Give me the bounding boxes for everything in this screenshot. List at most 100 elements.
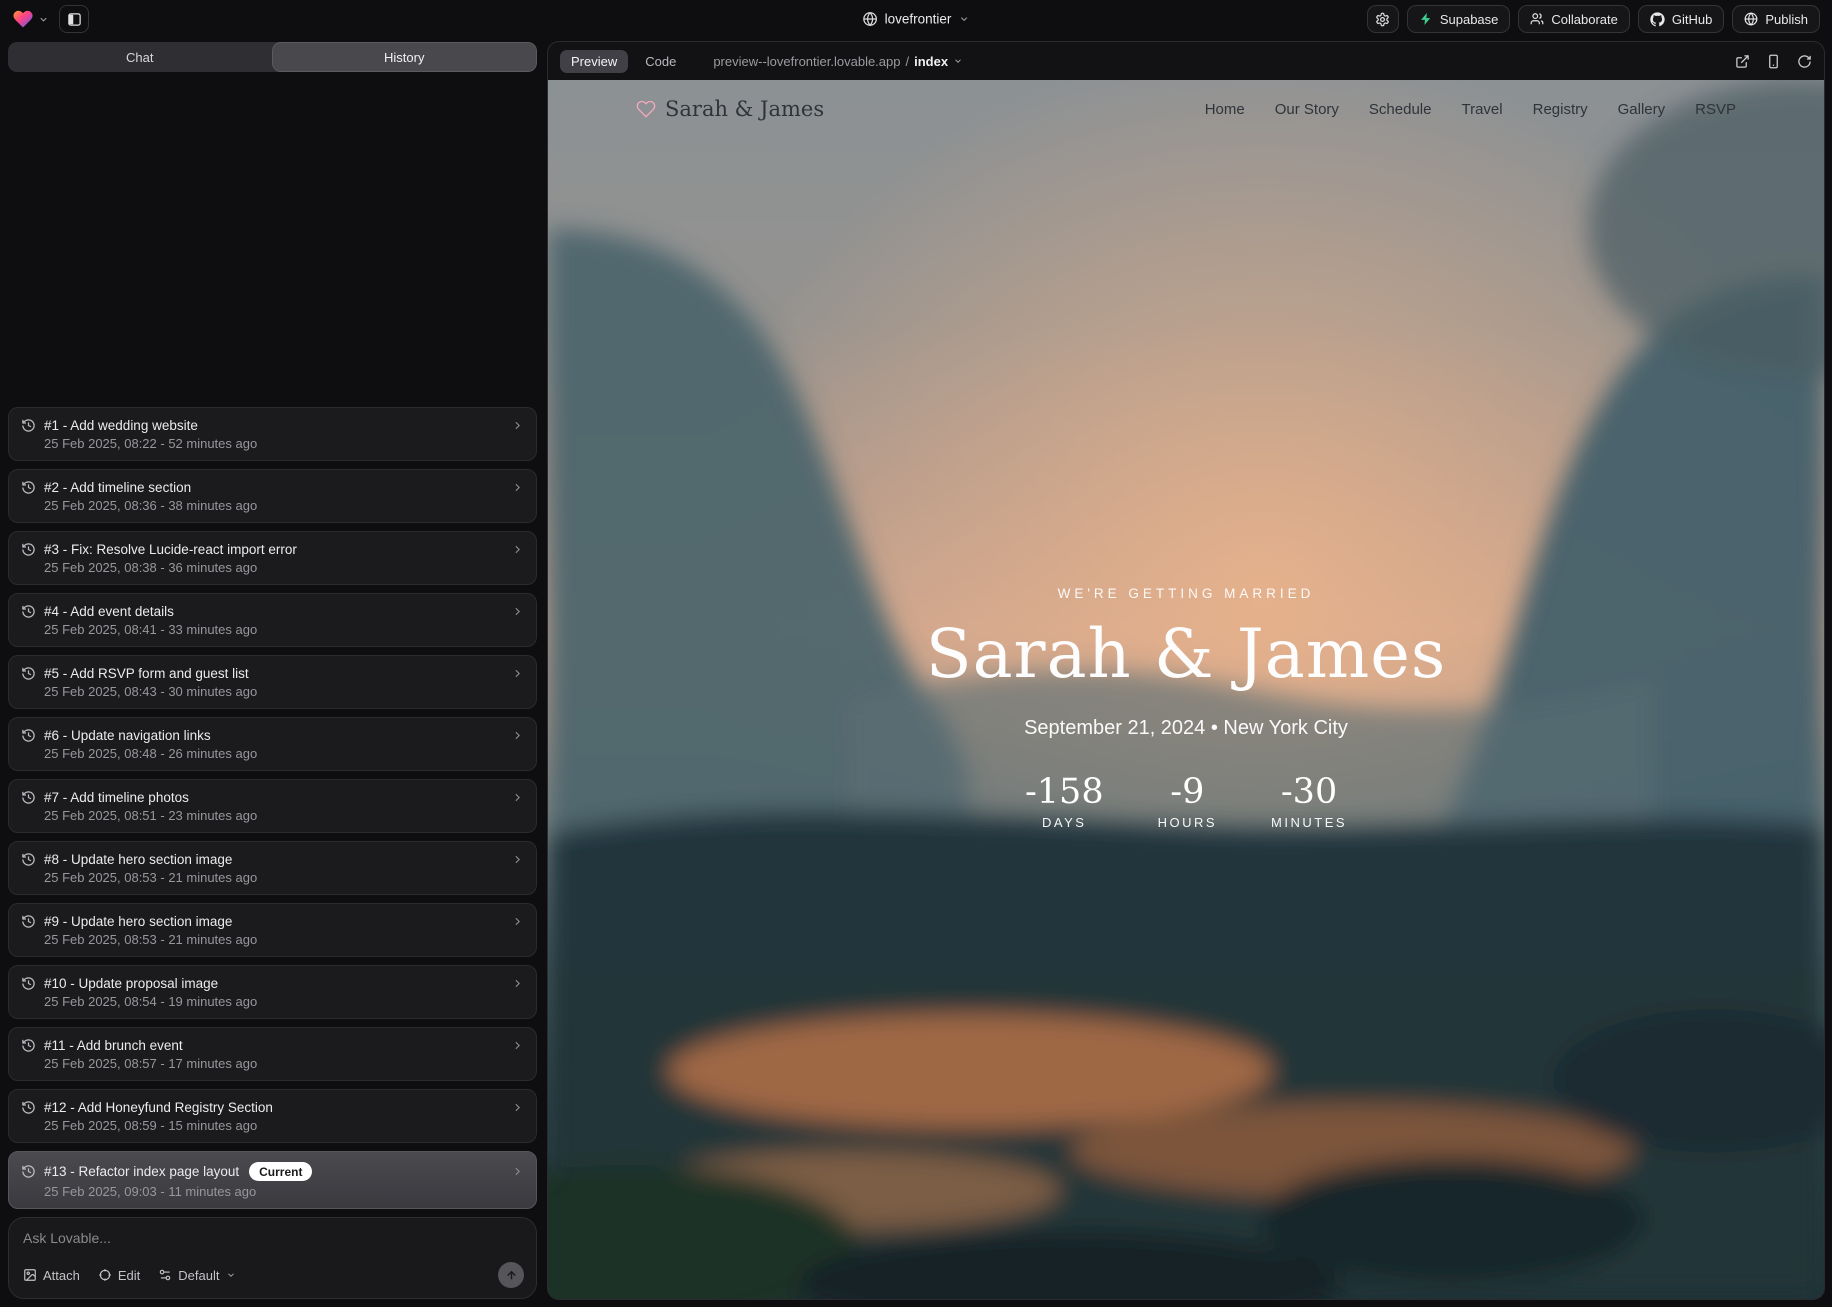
history-restore-icon — [21, 542, 36, 557]
history-item-timestamp: 25 Feb 2025, 08:22 - 52 minutes ago — [44, 436, 524, 451]
supabase-button[interactable]: Supabase — [1407, 5, 1511, 33]
gear-icon — [1375, 12, 1390, 27]
history-list-item[interactable]: #10 - Update proposal image 25 Feb 2025,… — [8, 965, 537, 1019]
countdown-item: -158 DAYS — [1025, 772, 1104, 830]
chevron-right-icon — [511, 791, 524, 804]
send-button[interactable] — [498, 1262, 524, 1288]
countdown-label: MINUTES — [1271, 815, 1347, 830]
mode-selector[interactable]: Default — [158, 1268, 236, 1283]
history-restore-icon — [21, 976, 36, 991]
history-item-timestamp: 25 Feb 2025, 09:03 - 11 minutes ago — [44, 1184, 524, 1199]
history-item-timestamp: 25 Feb 2025, 08:43 - 30 minutes ago — [44, 684, 524, 699]
history-restore-icon — [21, 1038, 36, 1053]
project-name: lovefrontier — [885, 12, 952, 27]
history-list-item[interactable]: #4 - Add event details 25 Feb 2025, 08:4… — [8, 593, 537, 647]
edit-button[interactable]: Edit — [98, 1268, 140, 1283]
history-item-title: #2 - Add timeline section — [44, 480, 191, 495]
history-restore-icon — [21, 728, 36, 743]
attach-button[interactable]: Attach — [23, 1268, 80, 1283]
lovable-heart-icon — [12, 8, 34, 30]
chevron-right-icon — [511, 605, 524, 618]
preview-url[interactable]: preview--lovefrontier.lovable.app / inde… — [713, 54, 963, 69]
toggle-sidebar-button[interactable] — [59, 5, 89, 33]
history-list-item[interactable]: #8 - Update hero section image 25 Feb 20… — [8, 841, 537, 895]
mobile-view-button[interactable] — [1766, 54, 1781, 69]
history-item-title: #13 - Refactor index page layout — [44, 1164, 239, 1179]
chevron-right-icon — [511, 977, 524, 990]
history-list-item[interactable]: #11 - Add brunch event 25 Feb 2025, 08:5… — [8, 1027, 537, 1081]
history-list-item[interactable]: #3 - Fix: Resolve Lucide-react import er… — [8, 531, 537, 585]
workspace-chevron-down-icon — [38, 14, 49, 25]
history-list-item[interactable]: #6 - Update navigation links 25 Feb 2025… — [8, 717, 537, 771]
history-item-timestamp: 25 Feb 2025, 08:53 - 21 minutes ago — [44, 870, 524, 885]
sidebar: Chat History #1 - Add wedding website 25… — [0, 38, 545, 1307]
history-item-title: #9 - Update hero section image — [44, 914, 232, 929]
history-item-title: #5 - Add RSVP form and guest list — [44, 666, 249, 681]
history-item-timestamp: 25 Feb 2025, 08:57 - 17 minutes ago — [44, 1056, 524, 1071]
page-chevron-down-icon — [953, 56, 963, 66]
history-item-title: #11 - Add brunch event — [44, 1038, 183, 1053]
github-button[interactable]: GitHub — [1638, 5, 1724, 33]
history-restore-icon — [21, 604, 36, 619]
wedding-site-preview: Sarah & James Home Our Story Schedule Tr… — [548, 80, 1824, 1299]
history-list-item[interactable]: #13 - Refactor index page layout Current… — [8, 1151, 537, 1209]
countdown: -158 DAYS -9 HOURS -30 MINUTES — [548, 772, 1824, 830]
supabase-bolt-icon — [1419, 12, 1433, 26]
site-nav-link[interactable]: Schedule — [1369, 101, 1432, 118]
collaborate-button[interactable]: Collaborate — [1518, 5, 1630, 33]
history-item-title: #10 - Update proposal image — [44, 976, 218, 991]
history-item-title: #6 - Update navigation links — [44, 728, 211, 743]
history-list-item[interactable]: #12 - Add Honeyfund Registry Section 25 … — [8, 1089, 537, 1143]
site-nav-link[interactable]: Registry — [1533, 101, 1588, 118]
history-list-item[interactable]: #1 - Add wedding website 25 Feb 2025, 08… — [8, 407, 537, 461]
site-nav-link[interactable]: RSVP — [1695, 101, 1736, 118]
history-list-item[interactable]: #5 - Add RSVP form and guest list 25 Feb… — [8, 655, 537, 709]
countdown-value: -30 — [1271, 772, 1347, 812]
history-restore-icon — [21, 1100, 36, 1115]
site-nav-link[interactable]: Travel — [1461, 101, 1502, 118]
refresh-button[interactable] — [1797, 54, 1812, 69]
history-restore-icon — [21, 480, 36, 495]
publish-globe-icon — [1744, 12, 1758, 26]
tab-code[interactable]: Code — [634, 50, 687, 73]
open-in-new-tab-button[interactable] — [1735, 54, 1750, 69]
history-list-item[interactable]: #9 - Update hero section image 25 Feb 20… — [8, 903, 537, 957]
site-nav-link[interactable]: Home — [1205, 101, 1245, 118]
history-restore-icon — [21, 790, 36, 805]
lovable-logo-button[interactable] — [12, 8, 49, 30]
history-item-title: #1 - Add wedding website — [44, 418, 198, 433]
heart-icon — [636, 99, 656, 119]
history-item-title: #8 - Update hero section image — [44, 852, 232, 867]
history-item-title: #3 - Fix: Resolve Lucide-react import er… — [44, 542, 297, 557]
history-item-timestamp: 25 Feb 2025, 08:41 - 33 minutes ago — [44, 622, 524, 637]
refresh-icon — [1797, 54, 1812, 69]
site-nav-link[interactable]: Our Story — [1275, 101, 1339, 118]
site-brand[interactable]: Sarah & James — [636, 97, 824, 121]
history-list-item[interactable]: #7 - Add timeline photos 25 Feb 2025, 08… — [8, 779, 537, 833]
crosshair-icon — [98, 1268, 112, 1282]
site-nav-link[interactable]: Gallery — [1618, 101, 1666, 118]
history-list-item[interactable]: #2 - Add timeline section 25 Feb 2025, 0… — [8, 469, 537, 523]
prompt-input[interactable] — [23, 1230, 524, 1250]
url-page: index — [914, 54, 948, 69]
tab-chat[interactable]: Chat — [8, 42, 272, 72]
history-item-timestamp: 25 Feb 2025, 08:54 - 19 minutes ago — [44, 994, 524, 1009]
url-base: preview--lovefrontier.lovable.app — [713, 54, 900, 69]
history-item-title: #12 - Add Honeyfund Registry Section — [44, 1100, 273, 1115]
tab-history[interactable]: History — [272, 42, 538, 72]
countdown-label: DAYS — [1025, 815, 1104, 830]
composer: Attach Edit Default — [8, 1217, 537, 1299]
project-selector[interactable]: lovefrontier — [863, 12, 970, 27]
chat-history-tabs: Chat History — [8, 42, 537, 72]
settings-button[interactable] — [1367, 5, 1399, 33]
history-restore-icon — [21, 666, 36, 681]
tab-preview[interactable]: Preview — [560, 50, 628, 73]
publish-button[interactable]: Publish — [1732, 5, 1820, 33]
url-separator: / — [905, 54, 909, 69]
countdown-value: -158 — [1025, 772, 1104, 812]
site-brand-label: Sarah & James — [665, 97, 824, 121]
chevron-right-icon — [511, 729, 524, 742]
globe-icon — [863, 12, 878, 27]
chevron-right-icon — [511, 1165, 524, 1178]
history-restore-icon — [21, 852, 36, 867]
